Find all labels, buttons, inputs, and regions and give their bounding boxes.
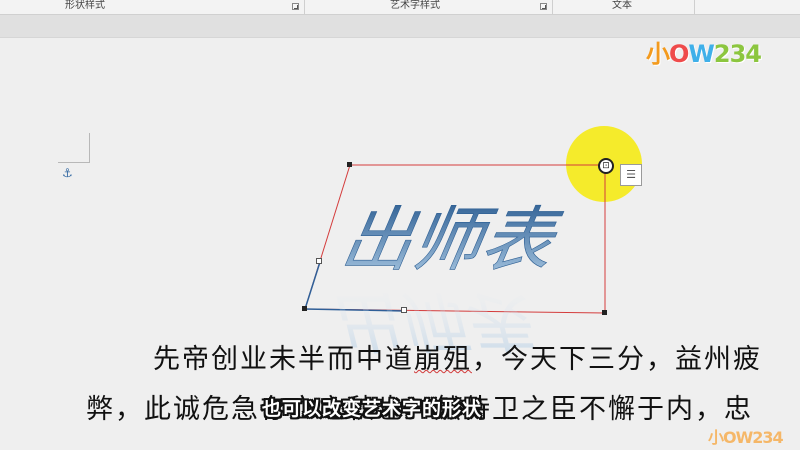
resize-handle-left[interactable]: [316, 258, 322, 264]
resize-handle-bottom-right[interactable]: [602, 310, 607, 315]
warp-edge: [304, 261, 321, 310]
video-subtitle: 也可以改变艺术字的形状: [262, 398, 483, 420]
resize-handle-top-left[interactable]: [347, 162, 352, 167]
wordart-selection[interactable]: 出师表 出师表: [0, 0, 800, 450]
text-run: ，今天下三分，益州疲: [472, 344, 762, 375]
rotate-handle-icon[interactable]: ⊡: [598, 158, 614, 174]
document-paragraph-line: 先帝创业未半而中道崩殂，今天下三分，益州疲: [153, 337, 762, 376]
layout-options-icon[interactable]: ☰: [620, 164, 642, 186]
wordart-text[interactable]: 出师表: [335, 199, 566, 281]
text-run: 先帝创业未半而中道: [153, 344, 414, 375]
spelling-error-text: 崩殂: [414, 344, 472, 375]
watermark-logo: 小OW234: [708, 428, 784, 447]
resize-handle-bottom-left[interactable]: [302, 306, 307, 311]
resize-handle-bottom[interactable]: [401, 307, 407, 313]
